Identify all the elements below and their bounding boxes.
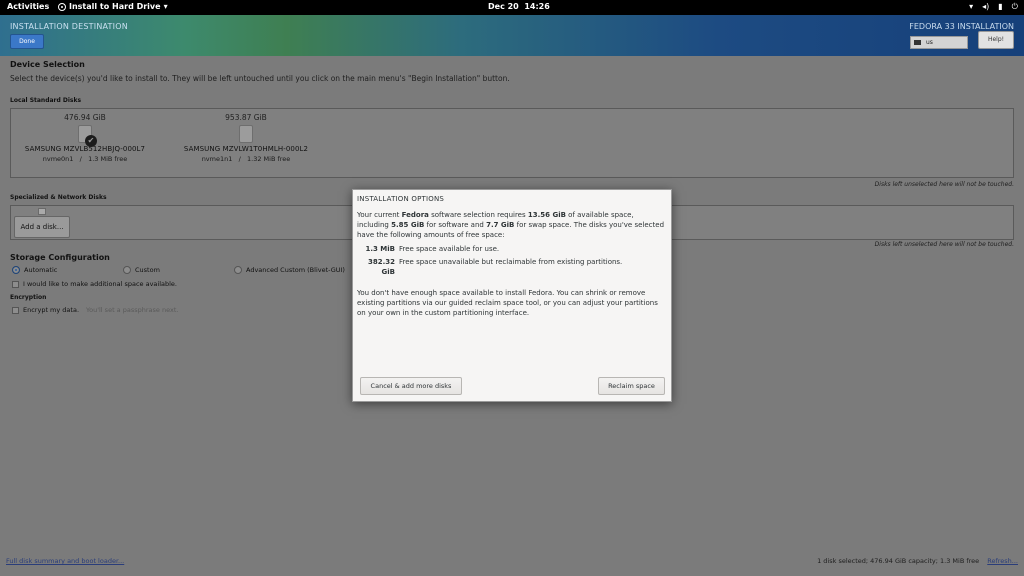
disk-meta-separator: / bbox=[79, 155, 82, 163]
free-space-row: 1.3 MiB Free space available for use. bbox=[357, 244, 665, 254]
installation-options-dialog: INSTALLATION OPTIONS Your current Fedora… bbox=[352, 189, 672, 402]
radio-custom[interactable]: Custom bbox=[123, 266, 160, 274]
reclaimable-space-amount: 382.32 GiB bbox=[367, 258, 395, 276]
clock[interactable]: Dec 20 14:26 bbox=[488, 2, 550, 11]
radio-automatic[interactable]: Automatic bbox=[12, 266, 57, 274]
checkbox-label: Encrypt my data. bbox=[23, 306, 80, 314]
app-menu[interactable]: Install to Hard Drive ▾ bbox=[58, 2, 168, 11]
add-disk-button[interactable]: Add a disk... bbox=[14, 216, 70, 238]
activities-button[interactable]: Activities bbox=[7, 2, 49, 11]
radio-advanced-custom[interactable]: Advanced Custom (Blivet-GUI) bbox=[234, 266, 345, 274]
disk-name: SAMSUNG MZVLB512HBJQ-000L7 bbox=[24, 145, 146, 153]
reclaimable-space-label: Free space unavailable but reclaimable f… bbox=[399, 258, 623, 266]
device-selection-description: Select the device(s) you'd like to insta… bbox=[10, 74, 510, 83]
radio-label: Advanced Custom (Blivet-GUI) bbox=[246, 266, 345, 274]
text: software selection requires bbox=[428, 211, 528, 219]
radio-icon bbox=[234, 266, 242, 274]
chevron-down-icon: ▾ bbox=[163, 2, 168, 11]
cancel-add-disks-button[interactable]: Cancel & add more disks bbox=[360, 377, 462, 395]
power-icon: ⏻ bbox=[1011, 2, 1018, 11]
required-space: 13.56 GiB bbox=[527, 211, 566, 219]
system-tray[interactable]: ▾ ◂) ▮ ⏻ bbox=[969, 2, 1018, 12]
keyboard-layout-indicator[interactable]: us bbox=[910, 36, 968, 49]
specialized-disks-label: Specialized & Network Disks bbox=[10, 194, 107, 201]
device-selection-title: Device Selection bbox=[10, 60, 85, 69]
anaconda-app-icon bbox=[58, 2, 66, 11]
product-title: FEDORA 33 INSTALLATION bbox=[909, 22, 1014, 31]
local-disks-label: Local Standard Disks bbox=[10, 97, 82, 104]
checkbox-icon bbox=[12, 306, 19, 314]
disk-size: 476.94 GiB bbox=[64, 113, 106, 122]
storage-config-title: Storage Configuration bbox=[10, 253, 110, 262]
network-icon: ▾ bbox=[969, 2, 974, 11]
radio-selected-icon bbox=[12, 266, 20, 274]
gnome-top-bar: Activities Install to Hard Drive ▾ Dec 2… bbox=[0, 0, 1024, 15]
disk-size: 953.87 GiB bbox=[225, 113, 267, 122]
disk-item[interactable]: 953.87 GiB SAMSUNG MZVLW1T0HMLH-000L2 nv… bbox=[171, 113, 321, 163]
reclaimable-space-row: 382.32 GiB Free space unavailable but re… bbox=[357, 257, 665, 277]
keyboard-icon bbox=[914, 40, 921, 45]
disk-free: 1.32 MiB free bbox=[247, 155, 291, 163]
checkbox-label: I would like to make additional space av… bbox=[23, 280, 177, 288]
volume-icon: ◂) bbox=[982, 2, 990, 11]
disk-device: nvme1n1 bbox=[201, 155, 233, 163]
text: for software and bbox=[424, 221, 487, 229]
additional-space-checkbox[interactable]: I would like to make additional space av… bbox=[12, 280, 177, 288]
checkmark-icon: ✔ bbox=[85, 135, 97, 147]
unselected-disks-note-2: Disks left unselected here will not be t… bbox=[874, 241, 1014, 248]
add-disk-icon bbox=[38, 208, 46, 215]
hard-disk-icon: ✔ bbox=[78, 125, 97, 147]
refresh-link[interactable]: Refresh... bbox=[987, 557, 1018, 565]
local-disks-box: 476.94 GiB ✔ SAMSUNG MZVLB512HBJQ-000L7 … bbox=[10, 108, 1014, 178]
clock-time: 14:26 bbox=[524, 2, 550, 11]
clock-date: Dec 20 bbox=[488, 2, 519, 11]
disk-status-text: 1 disk selected; 476.94 GiB capacity; 1.… bbox=[817, 557, 980, 565]
dialog-body: Your current Fedora software selection r… bbox=[357, 210, 665, 318]
spoke-title: INSTALLATION DESTINATION bbox=[10, 22, 128, 31]
full-disk-summary-link[interactable]: Full disk summary and boot loader... bbox=[6, 557, 124, 565]
product-name: Fedora bbox=[401, 211, 429, 219]
disk-item[interactable]: 476.94 GiB ✔ SAMSUNG MZVLB512HBJQ-000L7 … bbox=[15, 113, 155, 163]
free-space-label: Free space available for use. bbox=[399, 245, 500, 253]
dialog-paragraph-1: Your current Fedora software selection r… bbox=[357, 210, 665, 240]
spoke-header: INSTALLATION DESTINATION Done FEDORA 33 … bbox=[0, 15, 1024, 56]
disk-meta: nvme1n1 / 1.32 MiB free bbox=[171, 155, 321, 163]
swap-space: 7.7 GiB bbox=[486, 221, 515, 229]
hard-disk-icon bbox=[239, 125, 253, 143]
dialog-paragraph-2: You don't have enough space available to… bbox=[357, 289, 658, 317]
free-space-amount: 1.3 MiB bbox=[365, 245, 395, 253]
help-button[interactable]: Help! bbox=[978, 31, 1014, 49]
disk-meta-separator: / bbox=[238, 155, 241, 163]
encrypt-checkbox[interactable]: Encrypt my data. You'll set a passphrase… bbox=[12, 306, 178, 314]
disk-device: nvme0n1 bbox=[42, 155, 74, 163]
encrypt-hint: You'll set a passphrase next. bbox=[86, 306, 179, 314]
disk-status-bar: 1 disk selected; 476.94 GiB capacity; 1.… bbox=[817, 557, 1018, 565]
battery-icon: ▮ bbox=[998, 2, 1003, 11]
software-space: 5.85 GiB bbox=[391, 221, 425, 229]
app-name: Install to Hard Drive bbox=[69, 2, 161, 11]
text: Your current bbox=[357, 211, 402, 219]
radio-label: Custom bbox=[135, 266, 160, 274]
disk-free: 1.3 MiB free bbox=[88, 155, 128, 163]
unselected-disks-note: Disks left unselected here will not be t… bbox=[874, 181, 1014, 188]
radio-label: Automatic bbox=[24, 266, 58, 274]
disk-meta: nvme0n1 / 1.3 MiB free bbox=[15, 155, 155, 163]
checkbox-icon bbox=[12, 280, 19, 288]
dialog-title: INSTALLATION OPTIONS bbox=[357, 195, 445, 203]
encryption-title: Encryption bbox=[10, 294, 47, 301]
keyboard-layout-label: us bbox=[926, 39, 933, 46]
radio-icon bbox=[123, 266, 131, 274]
reclaim-space-button[interactable]: Reclaim space bbox=[598, 377, 665, 395]
done-button[interactable]: Done bbox=[10, 34, 44, 49]
disk-name: SAMSUNG MZVLW1T0HMLH-000L2 bbox=[183, 145, 309, 153]
